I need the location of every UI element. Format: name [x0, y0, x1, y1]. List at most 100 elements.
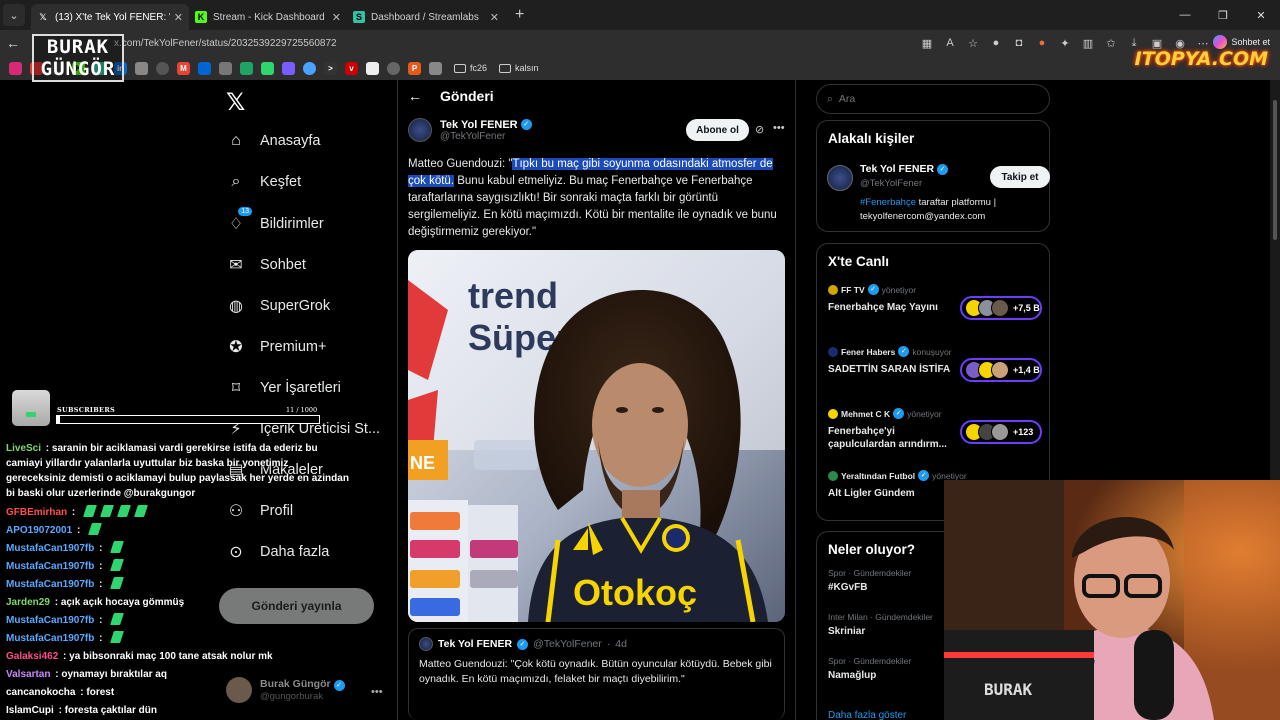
gmail-icon[interactable]: M	[177, 61, 190, 75]
live-listeners-pill[interactable]: +123	[960, 420, 1042, 444]
new-tab-icon[interactable]: +	[515, 6, 524, 24]
panel-title: X'te Canlı	[828, 254, 889, 269]
live-listeners-pill[interactable]: +1,4 B	[960, 358, 1042, 382]
chat-username: LiveSci	[6, 443, 42, 454]
bell-icon: ♢ 13	[226, 207, 252, 234]
close-window-icon[interactable]: ✕	[1242, 0, 1280, 30]
restore-icon[interactable]: ❐	[1204, 0, 1242, 30]
nav-notifications[interactable]: ♢ 13 Bildirimler	[226, 207, 324, 234]
bookmark-icon[interactable]	[429, 61, 442, 75]
nav-home[interactable]: ⌂ Anasayfa	[226, 131, 320, 151]
folder-icon	[454, 63, 466, 73]
bookmark-icon[interactable]	[366, 61, 379, 75]
bookmark-icon[interactable]: v	[345, 61, 358, 75]
avatar[interactable]	[827, 165, 853, 191]
show-more-link[interactable]: Daha fazla göster	[828, 710, 906, 720]
split-screen-icon[interactable]: ▥	[1081, 36, 1095, 50]
url-field[interactable]: x.com/TekYolFener/status/203253922972556…	[114, 38, 337, 49]
browser-back-icon[interactable]: ←	[6, 35, 24, 51]
close-tab-icon[interactable]: ✕	[490, 11, 499, 24]
post-author[interactable]: Tek Yol FENER ✓ @TekYolFener	[408, 118, 532, 142]
chat-username: MustafaCan1907fb	[6, 579, 95, 590]
tab-streamlabs[interactable]: S Dashboard / Streamlabs ✕	[347, 4, 505, 30]
drive-icon[interactable]	[240, 61, 253, 75]
post-media-image[interactable]: NE trend Süper Otokoç	[408, 250, 785, 622]
minimize-icon[interactable]: —	[1166, 0, 1204, 30]
chat-separator: :	[96, 633, 106, 644]
bookmark-icon[interactable]	[135, 61, 148, 75]
listener-avatar	[991, 361, 1009, 379]
chat-separator: :	[55, 705, 65, 716]
bookmark-icon[interactable]	[156, 61, 169, 75]
favorites-icon[interactable]: ✩	[1104, 36, 1118, 50]
subscriber-goal-icon	[12, 390, 50, 426]
x-logo-icon[interactable]: 𝕏	[226, 88, 245, 117]
bookmark-icon: ⌑	[231, 380, 241, 397]
close-tab-icon[interactable]: ✕	[174, 11, 183, 24]
extension-icon[interactable]: ●	[989, 36, 1003, 50]
puzzle-icon[interactable]: ✦	[1058, 36, 1072, 50]
nav-bookmarks[interactable]: ⌑ Yer İşaretleri	[226, 378, 341, 398]
favorite-star-icon[interactable]: ☆	[966, 36, 980, 50]
logo-line: GÜNGÖR	[40, 58, 116, 80]
scrollbar-thumb[interactable]	[1273, 100, 1277, 240]
bookmark-icon[interactable]	[198, 61, 211, 75]
quoted-post[interactable]: Tek Yol FENER ✓ @TekYolFener · 4d Matteo…	[408, 628, 785, 720]
bookmark-folder-kalsin[interactable]: kalsın	[499, 63, 539, 73]
tab-actions-menu[interactable]: ⌄	[3, 4, 25, 26]
camera-icon[interactable]: ◘	[1012, 36, 1026, 50]
nav-premium[interactable]: ✪ Premium+	[226, 337, 326, 357]
bookmark-icon[interactable]	[219, 61, 232, 75]
copilot-button[interactable]: Sohbet et	[1213, 35, 1270, 49]
related-bio: #Fenerbahçe taraftar platformu | tekyolf…	[860, 196, 1030, 224]
bookmark-icon[interactable]	[387, 61, 400, 75]
search-icon: ⌕	[231, 173, 241, 190]
bookmark-folder-fc26[interactable]: fc26	[454, 63, 487, 73]
related-name: Tek Yol FENER	[860, 163, 935, 175]
tab-kick-dashboard[interactable]: K Stream - Kick Dashboard ✕	[189, 4, 347, 30]
follow-button[interactable]: Takip et	[990, 166, 1050, 188]
verified-badge-icon: ✓	[937, 163, 949, 175]
subscribe-button[interactable]: Abone ol	[686, 119, 749, 141]
bookmark-icon[interactable]	[261, 61, 274, 75]
bookmark-icon[interactable]: P	[408, 61, 421, 75]
bookmark-icon[interactable]	[303, 61, 316, 75]
extension-icon[interactable]: ●	[1035, 36, 1049, 50]
bookmark-icon[interactable]: >	[324, 61, 337, 75]
nav-supergrok[interactable]: ◍ SuperGrok	[226, 296, 330, 316]
back-arrow-icon[interactable]: ←	[408, 88, 422, 104]
live-space-item[interactable]: Mehmet C K ✓ yönetiyor Fenerbahçe'yi çapul…	[828, 408, 1042, 451]
more-icon[interactable]: •••	[773, 122, 785, 134]
author-avatar[interactable]	[408, 118, 432, 142]
quoted-post-header: Tek Yol FENER ✓ @TekYolFener · 4d	[419, 637, 774, 651]
instagram-icon[interactable]	[9, 61, 22, 75]
chat-emote-icon	[110, 613, 125, 625]
nav-label: Sohbet	[260, 257, 306, 273]
nav-explore[interactable]: ⌕ Keşfet	[226, 172, 302, 192]
chat-separator: :	[43, 443, 52, 454]
chat-message: IslamCupi : foresta çaktılar dün	[6, 702, 351, 720]
close-tab-icon[interactable]: ✕	[332, 11, 341, 24]
bookmark-icon[interactable]	[282, 61, 295, 75]
tab-x-post[interactable]: 𝕏 (13) X'te Tek Yol FENER: "Matteo G ✕	[31, 4, 189, 30]
tab-title: Dashboard / Streamlabs	[371, 11, 479, 23]
press-photo: NE trend Süper Otokoç	[408, 250, 785, 622]
verified-badge-icon: ✓	[898, 346, 910, 357]
live-listeners-pill[interactable]: +7,5 B	[960, 296, 1042, 320]
live-space-item[interactable]: Fener Habers ✓ konuşuyor SADETTİN SARAN İS…	[828, 346, 1042, 382]
live-space-item[interactable]: FF TV ✓ yönetiyor Fenerbahçe Maç Yayını +7…	[828, 284, 1042, 320]
app-icon[interactable]: ▦	[920, 36, 934, 50]
search-input[interactable]: ⌕ Ara	[816, 84, 1050, 114]
grok-icon[interactable]: ⊘	[755, 123, 764, 136]
related-handle: @TekYolFener	[860, 178, 923, 189]
hashtag-link[interactable]: #Fenerbahçe	[860, 197, 916, 208]
notification-badge: 13	[238, 207, 252, 216]
chat-message: MustafaCan1907fb :	[6, 612, 351, 630]
post-text[interactable]: Matteo Guendouzi: "Tıpkı bu maç gibi soy…	[408, 156, 788, 241]
webcam-image: BURAK	[944, 480, 1280, 720]
nav-messages[interactable]: ✉ Sohbet	[226, 255, 306, 275]
read-aloud-icon[interactable]: A	[943, 36, 957, 50]
page-title: Gönderi	[440, 88, 494, 104]
account-more-icon[interactable]: •••	[371, 686, 383, 698]
live-title: SADETTİN SARAN İSTİFA	[828, 364, 951, 375]
